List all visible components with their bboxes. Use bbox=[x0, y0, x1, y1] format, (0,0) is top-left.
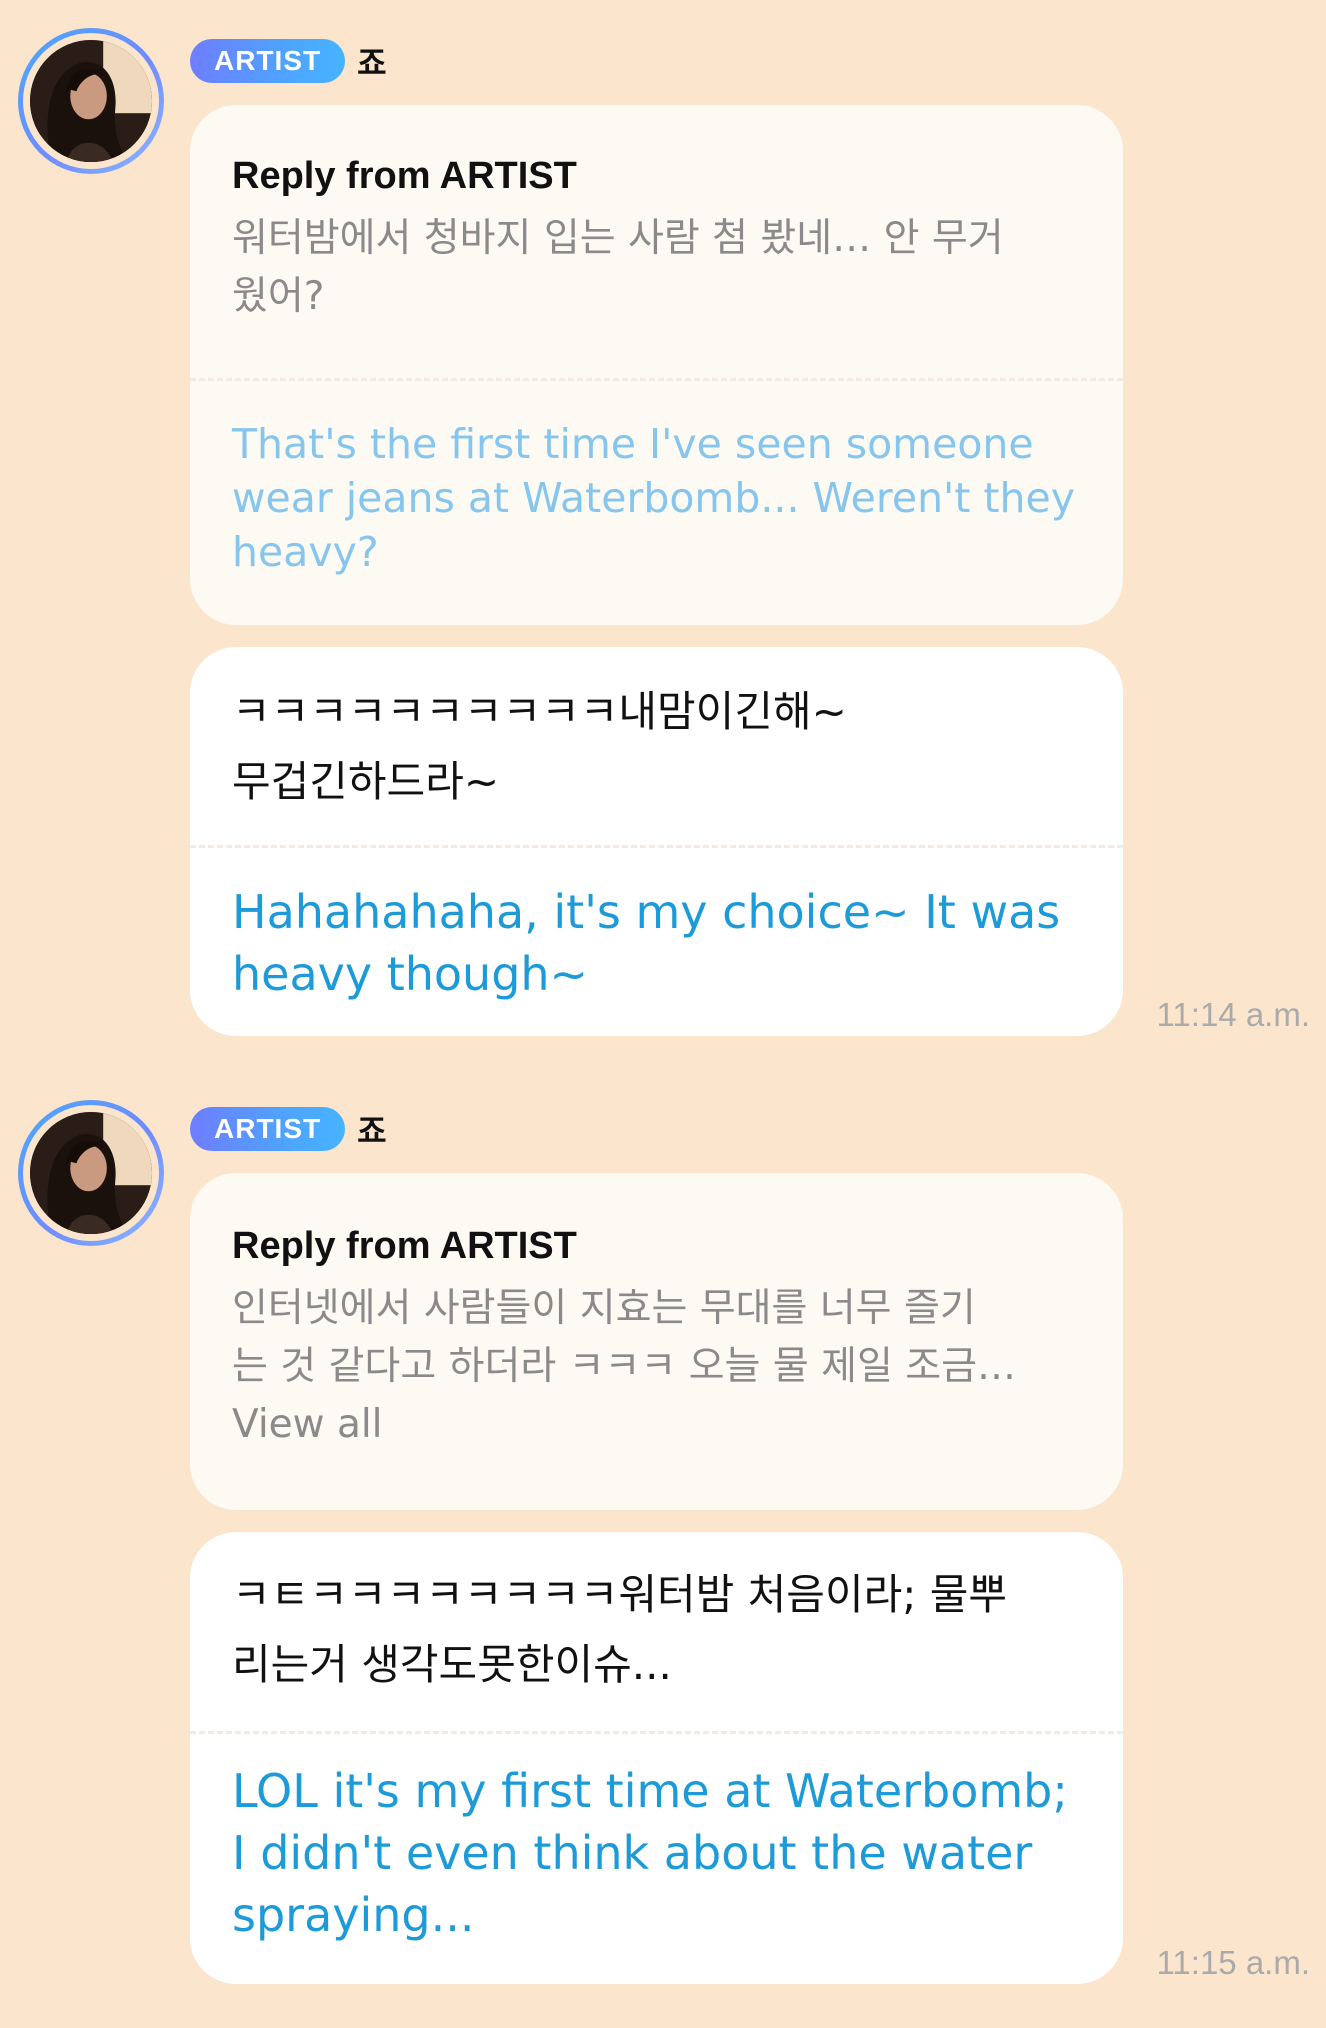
reply-title: Reply from ARTIST bbox=[232, 1225, 577, 1267]
sender-row: ARTIST 죠 bbox=[190, 38, 387, 84]
sender-name[interactable]: 죠 bbox=[357, 38, 386, 84]
sender-name[interactable]: 죠 bbox=[357, 1106, 386, 1152]
sender-row: ARTIST 죠 bbox=[190, 1106, 387, 1152]
message-translation-text: Hahahahaha, it's my choice~ It was heavy… bbox=[232, 885, 1061, 1001]
reply-title: Reply from ARTIST bbox=[232, 155, 577, 197]
reply-original-text: 워터밤에서 청바지 입는 사람 첨 봤네… 안 무거 웠어? bbox=[232, 216, 1004, 319]
artist-avatar[interactable] bbox=[18, 28, 164, 174]
reply-original-text: 인터넷에서 사람들이 지효는 무대를 너무 즐기 는 것 같다고 하더라 ㅋㅋㅋ… bbox=[232, 1286, 1017, 1389]
avatar-photo bbox=[30, 40, 152, 162]
message-bubble[interactable]: ㅋㅋㅋㅋㅋㅋㅋㅋㅋㅋ내맘이긴해~ 무겁긴하드라~ Hahahahaha, it'… bbox=[190, 647, 1123, 1036]
reply-quote-card[interactable]: Reply from ARTIST 인터넷에서 사람들이 지효는 무대를 너무 … bbox=[190, 1173, 1123, 1510]
message-bubble[interactable]: ㅋㅌㅋㅋㅋㅋㅋㅋㅋㅋ워터밤 처음이라; 물뿌 리는거 생각도못한이슈... LO… bbox=[190, 1532, 1123, 1984]
artist-badge: ARTIST bbox=[190, 1107, 346, 1151]
view-all-link[interactable]: View all bbox=[232, 1396, 1081, 1454]
artist-avatar[interactable] bbox=[18, 1100, 164, 1246]
avatar-portrait-icon bbox=[30, 40, 152, 162]
message-original-text: ㅋㅋㅋㅋㅋㅋㅋㅋㅋㅋ내맘이긴해~ 무겁긴하드라~ bbox=[232, 687, 847, 806]
avatar-portrait-icon bbox=[30, 1112, 152, 1234]
message-original-text: ㅋㅌㅋㅋㅋㅋㅋㅋㅋㅋ워터밤 처음이라; 물뿌 리는거 생각도못한이슈... bbox=[232, 1570, 1008, 1689]
artist-badge: ARTIST bbox=[190, 39, 346, 83]
message-translation-text: LOL it's my first time at Waterbomb; I d… bbox=[232, 1764, 1068, 1942]
message-timestamp: 11:15 a.m. bbox=[1156, 1944, 1310, 1981]
reply-quote-card[interactable]: Reply from ARTIST 워터밤에서 청바지 입는 사람 첨 봤네… … bbox=[190, 105, 1123, 625]
reply-translation-text: That's the first time I've seen someone … bbox=[232, 420, 1075, 576]
message-timestamp: 11:14 a.m. bbox=[1156, 996, 1310, 1033]
avatar-photo bbox=[30, 1112, 152, 1234]
